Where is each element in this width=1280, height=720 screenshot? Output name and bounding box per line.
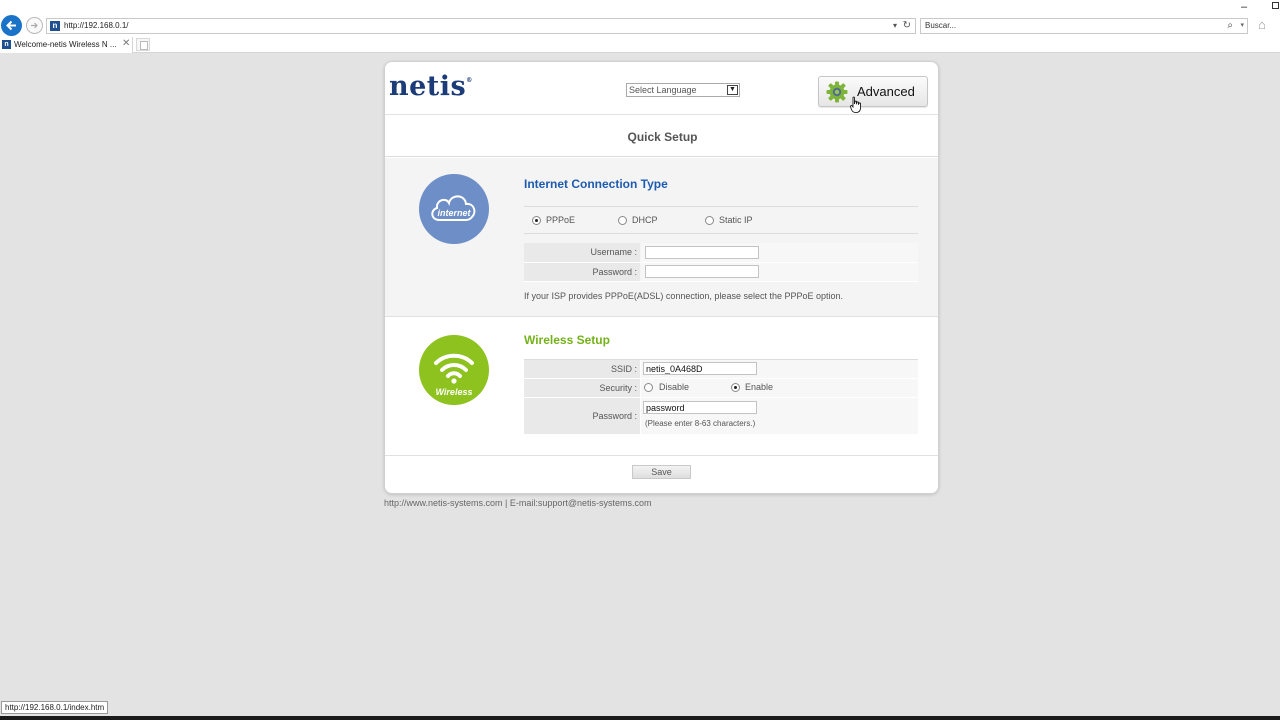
pppoe-label: PPPoE	[546, 215, 576, 225]
advanced-label: Advanced	[857, 84, 915, 99]
wifi-icon: Wireless	[419, 335, 489, 405]
page-footer: http://www.netis-systems.com | E-mail:su…	[384, 498, 652, 508]
taskbar	[0, 716, 1280, 720]
password-label: Password :	[524, 263, 640, 281]
security-enable-label: Enable	[745, 382, 774, 392]
internet-connection-heading: Internet Connection Type	[524, 177, 668, 191]
tab-welcome[interactable]: n Welcome-netis Wireless N ... ✕	[0, 37, 133, 53]
wireless-section: Wireless Wireless Setup SSID : Security …	[385, 318, 938, 456]
forward-button[interactable]	[26, 17, 43, 34]
page-title: Quick Setup	[627, 130, 698, 144]
language-select[interactable]: Select Language ▼	[626, 83, 740, 97]
password-length-hint: (Please enter 8-63 characters.)	[645, 419, 756, 428]
wifi-password-row: Password : (Please enter 8-63 characters…	[524, 398, 918, 435]
home-icon[interactable]: ⌂	[1258, 17, 1266, 33]
netis-logo: netis®	[389, 71, 473, 102]
address-bar[interactable]: n http://192.168.0.1/ ▾ ↻	[46, 18, 916, 34]
chevron-down-icon: ▼	[727, 85, 738, 95]
wireless-form: SSID : Security : Disable Enable Passwor…	[524, 359, 918, 435]
pppoe-password-input[interactable]	[645, 265, 759, 278]
internet-section: internet Internet Connection Type PPPoE …	[385, 158, 938, 317]
ssid-row: SSID :	[524, 360, 918, 379]
advanced-button[interactable]: Advanced	[818, 76, 928, 107]
browser-chrome: n http://192.168.0.1/ ▾ ↻ Buscar... ⌕ ▾ …	[0, 0, 1280, 53]
tab-favicon-icon: n	[2, 40, 11, 49]
pppoe-hint: If your ISP provides PPPoE(ADSL) connect…	[524, 291, 844, 301]
tab-title: Welcome-netis Wireless N ...	[14, 40, 117, 49]
site-favicon-icon: n	[50, 21, 60, 31]
ssid-input[interactable]	[643, 362, 757, 375]
pppoe-form: Username : Password :	[524, 243, 918, 282]
status-bar-url: http://192.168.0.1/index.htm	[1, 701, 109, 714]
arrow-left-icon	[6, 20, 16, 31]
connection-type-options: PPPoE DHCP Static IP	[524, 206, 918, 234]
minimize-button[interactable]: –	[1241, 1, 1247, 13]
pppoe-radio[interactable]	[532, 216, 541, 225]
gear-icon	[826, 81, 848, 103]
internet-cloud-icon: internet	[419, 174, 489, 244]
username-row: Username :	[524, 243, 918, 263]
wifi-password-label: Password :	[524, 398, 640, 434]
url-text: http://192.168.0.1/	[64, 21, 129, 30]
wireless-icon-label: Wireless	[436, 387, 473, 397]
search-input[interactable]: Buscar... ⌕ ▾	[920, 18, 1248, 34]
new-tab-button[interactable]	[136, 38, 150, 51]
static-ip-label: Static IP	[719, 215, 753, 225]
internet-icon-label: internet	[437, 208, 471, 218]
wireless-setup-heading: Wireless Setup	[524, 333, 610, 347]
password-row: Password :	[524, 263, 918, 282]
search-icon[interactable]: ⌕	[1227, 19, 1233, 32]
save-button[interactable]: Save	[632, 465, 691, 479]
arrow-right-icon	[31, 22, 38, 29]
close-icon[interactable]: ✕	[122, 38, 130, 50]
wifi-password-input[interactable]	[643, 401, 757, 414]
security-row: Security : Disable Enable	[524, 379, 918, 398]
refresh-icon[interactable]: ↻	[903, 19, 911, 32]
hand-cursor-icon	[850, 96, 861, 113]
security-disable-label: Disable	[659, 382, 690, 392]
language-select-value: Select Language	[629, 85, 697, 95]
back-button[interactable]	[1, 15, 22, 36]
dhcp-radio[interactable]	[618, 216, 627, 225]
ssid-label: SSID :	[524, 360, 640, 378]
save-area: Save	[385, 457, 938, 493]
dhcp-label: DHCP	[632, 215, 658, 225]
username-label: Username :	[524, 243, 640, 262]
maximize-button[interactable]	[1272, 2, 1279, 9]
static-ip-radio[interactable]	[705, 216, 714, 225]
search-placeholder: Buscar...	[925, 21, 957, 30]
security-disable-radio[interactable]	[644, 383, 653, 392]
quick-setup-panel: netis® Select Language ▼ Advanced Quick …	[384, 61, 939, 494]
security-enable-radio[interactable]	[731, 383, 740, 392]
username-input[interactable]	[645, 246, 759, 259]
address-dropdown-icon[interactable]: ▾	[893, 20, 897, 32]
title-bar: Quick Setup	[385, 114, 938, 157]
security-label: Security :	[524, 379, 640, 397]
search-dropdown-icon[interactable]: ▾	[1240, 20, 1244, 32]
